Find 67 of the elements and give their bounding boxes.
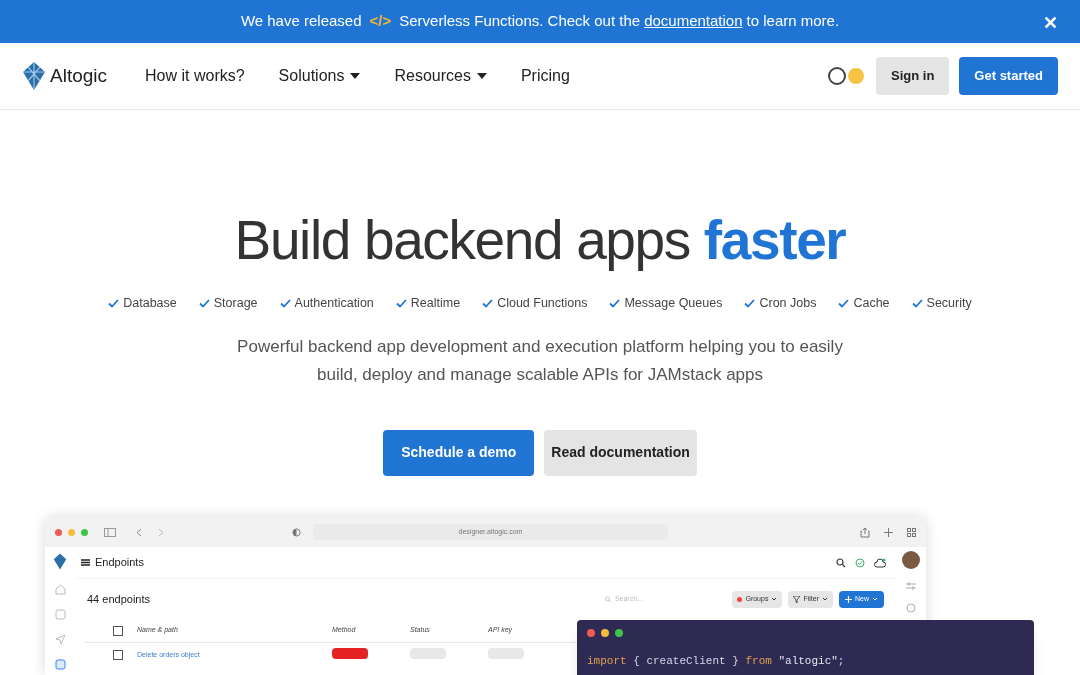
sign-in-button[interactable]: Sign in: [876, 57, 950, 95]
banner-text: to learn more.: [746, 11, 840, 32]
feature-label: Authentication: [294, 295, 374, 312]
search-icon: [605, 595, 612, 603]
nav-link[interactable]: How it works?: [145, 64, 245, 88]
sliders-icon[interactable]: [906, 581, 916, 591]
check-icon: [395, 298, 407, 308]
banner-text: Serverless Functions. Check out the: [399, 11, 641, 32]
cloud-icon[interactable]: [874, 557, 886, 568]
share-icon[interactable]: [860, 526, 870, 538]
check-icon: [911, 298, 923, 308]
theme-toggle[interactable]: [828, 67, 864, 85]
endpoint-count: 44 endpoints: [87, 591, 150, 607]
sidebar-icon[interactable]: [104, 527, 116, 537]
row-checkbox[interactable]: [113, 650, 123, 660]
read-documentation-button[interactable]: Read documentation: [544, 429, 697, 476]
close-button[interactable]: ✕: [1043, 10, 1058, 37]
feature-label: Storage: [213, 295, 258, 312]
code-line: import { createClient } from "altogic";: [587, 654, 846, 669]
feature-label: Security: [926, 295, 972, 312]
chevron-down-icon: [822, 597, 828, 601]
check-icon: [198, 298, 210, 308]
back-icon[interactable]: [136, 527, 142, 537]
forward-icon[interactable]: [158, 527, 164, 537]
logo-icon: [22, 61, 46, 91]
chevron-down-icon: [771, 597, 778, 601]
nav-link[interactable]: Pricing: [520, 64, 570, 88]
send-icon[interactable]: [54, 634, 66, 645]
chevron-down-icon: [872, 597, 878, 601]
select-all-checkbox[interactable]: [113, 625, 123, 636]
home-icon[interactable]: [54, 584, 66, 595]
code-icon: </>: [369, 10, 392, 33]
hero-title: Build backend apps faster: [234, 208, 846, 272]
nav-link[interactable]: Resources: [394, 64, 487, 88]
nav-link[interactable]: Solutions: [278, 64, 361, 88]
list-icon: [81, 559, 90, 566]
plus-icon[interactable]: [884, 527, 893, 537]
caret-icon: [476, 73, 487, 79]
caret-icon: [350, 73, 361, 79]
feature-label: Cloud Functions: [497, 295, 588, 312]
check-icon: [744, 298, 756, 308]
filter-icon: [793, 595, 801, 603]
check-icon: [609, 298, 621, 308]
grid-icon[interactable]: [907, 527, 916, 537]
feature-label: Cache: [853, 295, 890, 312]
plus-icon: [845, 595, 852, 603]
feature-label: Cron Jobs: [759, 295, 817, 312]
feature-label: Database: [123, 295, 177, 312]
feature-label: Message Queues: [624, 295, 723, 312]
status-pill: [332, 647, 368, 659]
search-icon[interactable]: [836, 557, 846, 568]
brand-name[interactable]: Altogic: [50, 61, 108, 91]
page-title: Endpoints: [95, 555, 144, 571]
avatar[interactable]: [902, 551, 920, 569]
circle-icon[interactable]: [906, 603, 916, 613]
check-icon: [482, 298, 494, 308]
check-circle-icon[interactable]: [855, 557, 865, 568]
check-icon: [279, 298, 291, 308]
documentation-link[interactable]: documentation: [644, 10, 743, 33]
check-icon: [108, 298, 120, 308]
banner-text: We have released: [240, 11, 362, 32]
schedule-demo-button[interactable]: Schedule a demo: [383, 429, 535, 476]
logo-icon[interactable]: [53, 553, 67, 570]
hero-subtitle: Powerful backend app development and execution platform helping you to easily build, deploy and manage scalable APIs for JAMstack apps: [236, 335, 844, 386]
feature-label: Realtime: [410, 295, 461, 312]
check-icon: [838, 298, 850, 308]
get-started-button[interactable]: Get started: [959, 57, 1058, 95]
